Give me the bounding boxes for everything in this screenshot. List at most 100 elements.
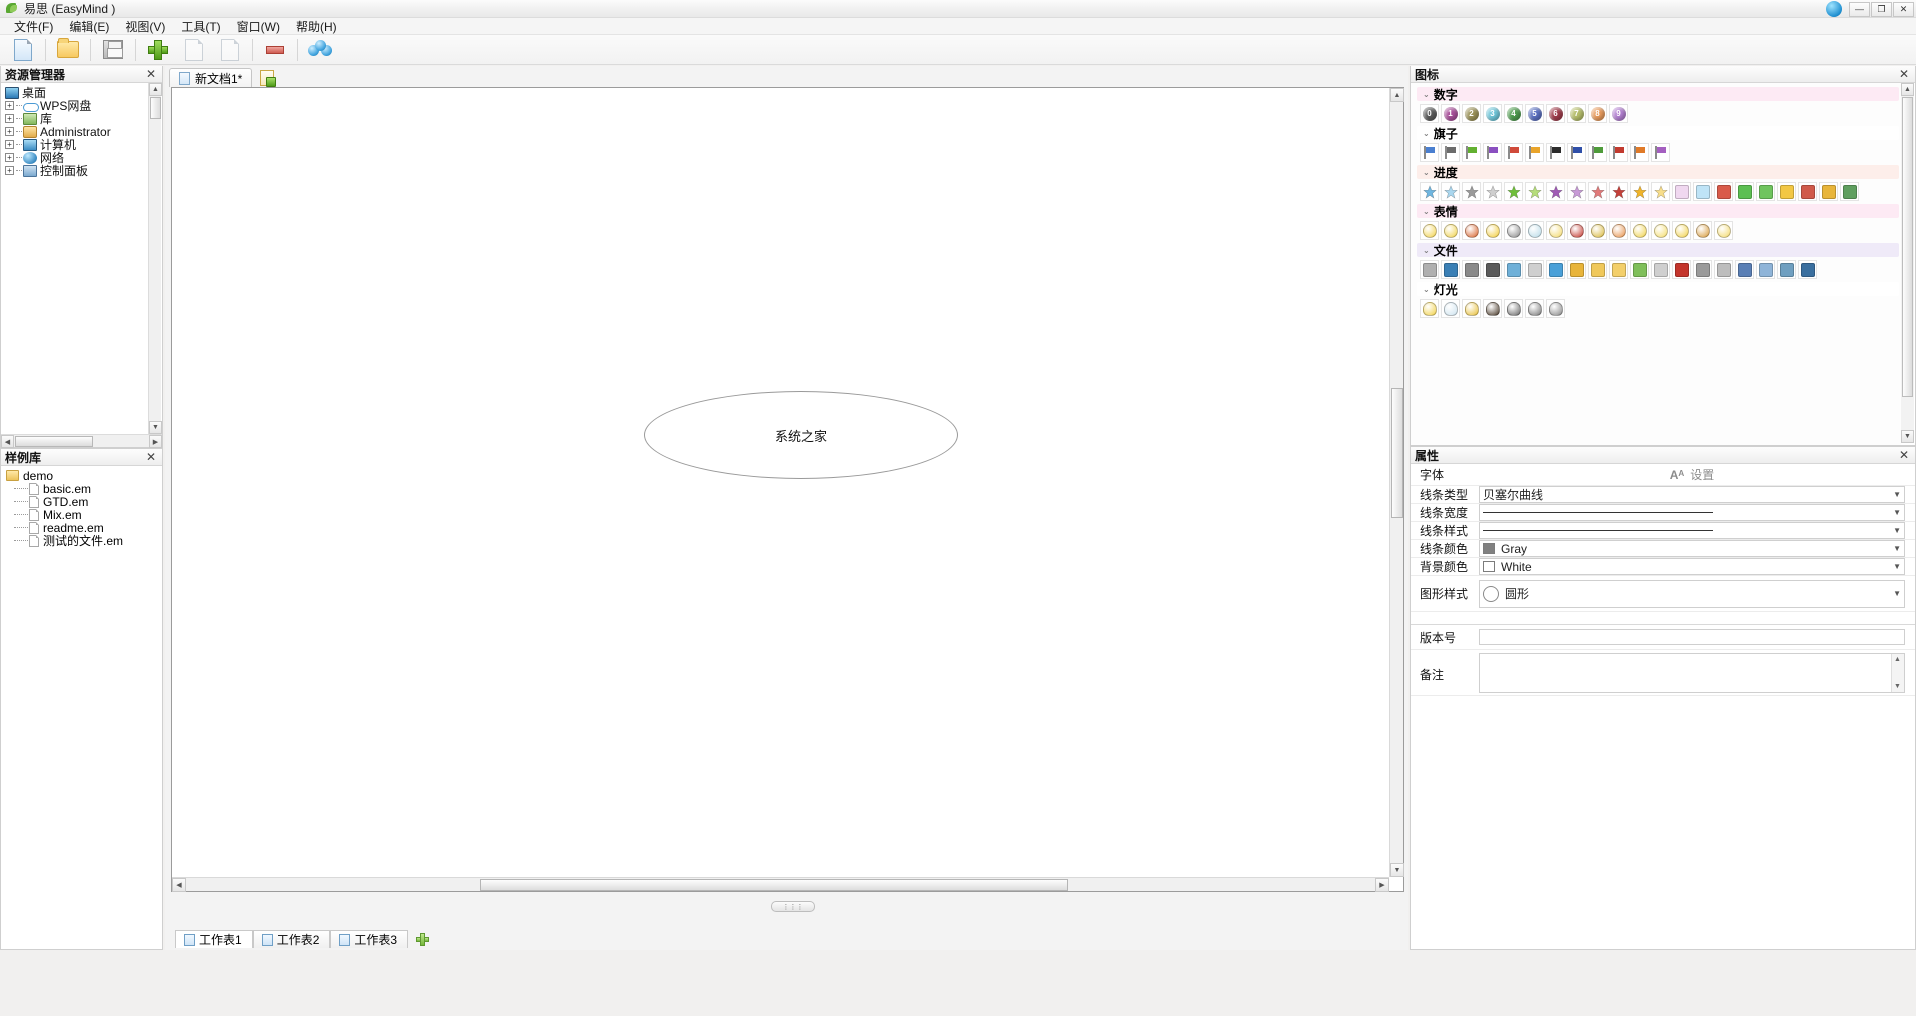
icon-cell[interactable] (1609, 143, 1628, 162)
icon-cell[interactable] (1714, 221, 1733, 240)
icon-cell[interactable] (1630, 221, 1649, 240)
menu-item-edit[interactable]: 编辑(E) (61, 17, 117, 36)
icon-cell[interactable] (1672, 221, 1691, 240)
explorer-horizontal-scrollbar[interactable]: ◀ ▶ (1, 434, 162, 448)
share-button[interactable] (303, 36, 337, 64)
scroll-down-arrow[interactable]: ▼ (149, 421, 162, 434)
mindmap-canvas[interactable]: 系统之家 (172, 88, 1389, 877)
icon-cell[interactable] (1630, 143, 1649, 162)
icon-category-header-文件[interactable]: ⌄ 文件 (1417, 243, 1899, 258)
icon-cell[interactable] (1672, 182, 1691, 201)
icon-cell[interactable] (1756, 182, 1775, 201)
sample-file-item-4[interactable]: 测试的文件.em (6, 534, 162, 548)
icon-cell[interactable] (1420, 260, 1439, 279)
icon-cell[interactable] (1504, 260, 1523, 279)
close-icon[interactable]: ✕ (1897, 448, 1911, 462)
icon-cell[interactable] (1567, 143, 1586, 162)
close-icon[interactable]: ✕ (1897, 67, 1911, 81)
icon-cell[interactable] (1588, 221, 1607, 240)
note-textarea[interactable]: ▲ ▼ (1479, 653, 1905, 693)
icon-cell[interactable] (1798, 182, 1817, 201)
scroll-down-arrow[interactable]: ▼ (1901, 430, 1914, 443)
menu-item-file[interactable]: 文件(F) (6, 17, 61, 36)
icon-cell[interactable] (1483, 299, 1502, 318)
chevron-down-icon[interactable]: ▼ (1893, 526, 1901, 535)
scroll-thumb[interactable] (480, 879, 1068, 891)
icon-cell[interactable] (1441, 260, 1460, 279)
icon-cell[interactable] (1693, 221, 1712, 240)
icon-category-header-数字[interactable]: ⌄ 数字 (1417, 87, 1899, 102)
menu-item-view[interactable]: 视图(V) (117, 17, 173, 36)
icon-cell[interactable] (1651, 260, 1670, 279)
property-control[interactable]: ▼ (1479, 522, 1905, 539)
icon-cell[interactable] (1420, 182, 1439, 201)
new-sheet-button[interactable] (258, 69, 277, 87)
sample-file-item-1[interactable]: GTD.em (6, 495, 162, 509)
chevron-down-icon[interactable]: ⌄ (1423, 168, 1430, 177)
icon-cell[interactable] (1462, 260, 1481, 279)
chevron-down-icon[interactable]: ▼ (1893, 508, 1901, 517)
open-button[interactable] (51, 36, 85, 64)
close-button[interactable]: ✕ (1893, 1, 1914, 17)
minimize-button[interactable]: — (1849, 1, 1870, 17)
icon-cell[interactable] (1483, 182, 1502, 201)
icon-cell[interactable] (1546, 260, 1565, 279)
icon-cell[interactable] (1546, 182, 1565, 201)
globe-icon[interactable] (1826, 1, 1842, 17)
canvas-horizontal-scrollbar[interactable]: ◀ ▶ (172, 877, 1389, 892)
icon-cell[interactable] (1651, 182, 1670, 201)
icons-vertical-scrollbar[interactable]: ▲ ▼ (1901, 83, 1914, 443)
icon-cell[interactable] (1504, 221, 1523, 240)
close-icon[interactable]: ✕ (144, 450, 158, 464)
icon-cell[interactable] (1441, 143, 1460, 162)
icon-cell[interactable] (1567, 221, 1586, 240)
icon-cell[interactable] (1588, 143, 1607, 162)
expander-icon[interactable]: + (5, 153, 14, 162)
note-scrollbar[interactable]: ▲ ▼ (1891, 654, 1904, 692)
icon-cell[interactable] (1735, 182, 1754, 201)
scroll-down-arrow[interactable]: ▼ (1390, 863, 1404, 877)
expander-icon[interactable]: + (5, 140, 14, 149)
maximize-button[interactable]: ❐ (1871, 1, 1892, 17)
chevron-down-icon[interactable]: ▼ (1893, 562, 1901, 571)
add-node-button[interactable] (141, 36, 175, 64)
icon-cell[interactable] (1420, 299, 1439, 318)
icon-cell[interactable] (1567, 182, 1586, 201)
scroll-right-arrow[interactable]: ▶ (149, 435, 162, 448)
icon-cell[interactable] (1525, 260, 1544, 279)
icon-cell[interactable] (1588, 182, 1607, 201)
icon-cell[interactable]: 1 (1441, 104, 1460, 123)
expander-icon[interactable]: + (5, 101, 14, 110)
icon-cell[interactable] (1420, 221, 1439, 240)
icon-cell[interactable] (1504, 143, 1523, 162)
add-child-button[interactable] (213, 36, 247, 64)
icon-cell[interactable] (1714, 260, 1733, 279)
expander-icon[interactable]: + (5, 166, 14, 175)
chevron-down-icon[interactable]: ⌄ (1423, 285, 1430, 294)
icon-cell[interactable] (1609, 260, 1628, 279)
chevron-down-icon[interactable]: ⌄ (1423, 246, 1430, 255)
sample-file-item-0[interactable]: basic.em (6, 482, 162, 496)
canvas-vertical-scrollbar[interactable]: ▲ ▼ (1389, 88, 1404, 877)
expander-icon[interactable]: + (5, 114, 14, 123)
icon-cell[interactable] (1756, 260, 1775, 279)
icon-cell[interactable]: 3 (1483, 104, 1502, 123)
icon-cell[interactable] (1819, 182, 1838, 201)
explorer-tree-item-4[interactable]: + 计算机 (5, 138, 162, 152)
icon-cell[interactable] (1525, 221, 1544, 240)
explorer-tree-item-1[interactable]: + WPS网盘 (5, 99, 162, 113)
icons-panel-body[interactable]: ⌄ 数字 0 1 2 3 4 5 6 7 8 9 ⌄ 旗子 ⌄ 进度 ⌄ 表情 ⌄ 文件 ⌄ 灯光 (1411, 83, 1901, 445)
icon-cell[interactable] (1840, 182, 1859, 201)
explorer-tree-item-6[interactable]: + 控制面板 (5, 164, 162, 178)
property-control[interactable]: 贝塞尔曲线 ▼ (1479, 486, 1905, 503)
icon-cell[interactable] (1420, 143, 1439, 162)
add-sibling-button[interactable] (177, 36, 211, 64)
icon-cell[interactable]: 0 (1420, 104, 1439, 123)
scroll-thumb[interactable] (1902, 97, 1913, 397)
icon-cell[interactable]: 4 (1504, 104, 1523, 123)
icon-cell[interactable] (1693, 182, 1712, 201)
icon-cell[interactable] (1672, 260, 1691, 279)
icon-cell[interactable] (1504, 299, 1523, 318)
scroll-thumb[interactable] (150, 97, 161, 119)
icon-cell[interactable] (1651, 221, 1670, 240)
